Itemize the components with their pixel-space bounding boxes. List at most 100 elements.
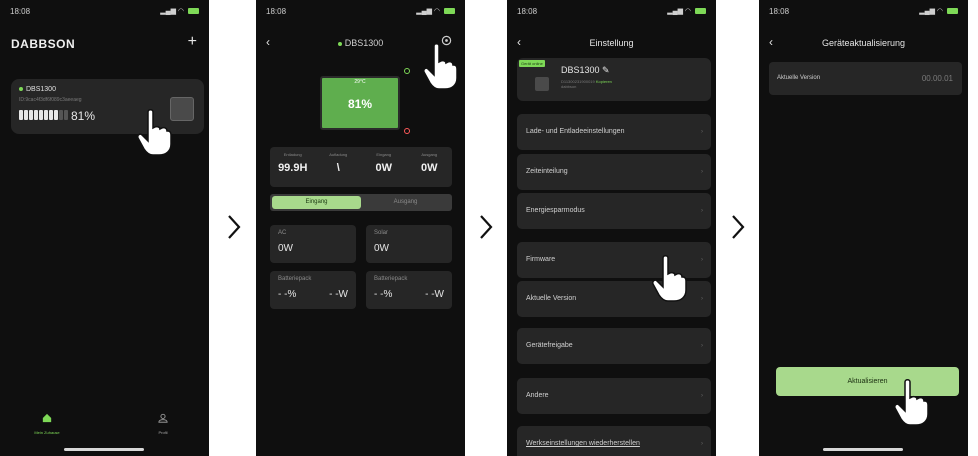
pack-watt: - -W: [425, 289, 444, 300]
tab-home-label: Mein Zuhause: [34, 430, 60, 435]
io-segment-control: Eingang Ausgang: [270, 194, 452, 211]
chevron-right-icon: [731, 214, 745, 240]
row-label: Firmware: [526, 256, 556, 263]
device-name: DBS1300: [19, 86, 56, 93]
stat-label: Entladung: [283, 152, 302, 157]
version-value: 00.00.01: [921, 74, 953, 83]
row-label: Andere: [526, 392, 549, 399]
online-dot-icon: [19, 87, 23, 92]
stat-value: 99.9H: [278, 162, 308, 174]
status-icons: ▂▄▆ ◠: [667, 7, 706, 15]
battery-status-icon: [695, 8, 706, 15]
solar-label: Solar: [374, 230, 389, 236]
battery-segment: [24, 110, 28, 120]
hand-pointer-icon: [422, 42, 458, 90]
device-brand: dabbson: [561, 84, 577, 89]
device-name-text: DBS1300: [561, 65, 600, 75]
settings-row-schedule[interactable]: Zeiteinteilung ›: [517, 154, 711, 190]
home-indicator: [64, 448, 144, 451]
online-dot-icon: [337, 41, 342, 46]
chevron-right-icon: ›: [701, 343, 703, 349]
hand-pointer-icon: [893, 378, 929, 426]
solar-value: 0W: [374, 243, 389, 254]
stat-input: Eingang 0W: [361, 147, 407, 187]
device-card[interactable]: DBS1300 ID:9cac4f3df6f089c3aeeaeg 81%: [11, 79, 204, 134]
chevron-right-icon: ›: [701, 393, 703, 399]
battery-graphic: 29°C 81%: [320, 76, 400, 130]
add-device-button[interactable]: +: [188, 33, 197, 51]
battery-segment: [54, 110, 58, 120]
settings-row-charge[interactable]: Lade- und Entladeeinstellungen ›: [517, 114, 711, 150]
chevron-right-icon: ›: [701, 129, 703, 135]
battery-segment: [44, 110, 48, 120]
device-serial: D11300231900019 Kopieren dabbson: [561, 79, 612, 89]
device-name-text: DBS1300: [26, 86, 56, 93]
row-label: Werkseinstellungen wiederherstellen: [526, 440, 640, 447]
settings-row-factory-reset[interactable]: Werkseinstellungen wiederherstellen ›: [517, 426, 711, 456]
status-time: 18:08: [517, 7, 538, 16]
device-battery-percent: 81%: [71, 109, 96, 123]
pack-label: Batteriepack: [374, 276, 408, 282]
tab-input[interactable]: Eingang: [272, 196, 361, 209]
copy-button[interactable]: Kopieren: [596, 79, 612, 84]
battery-percent: 81%: [347, 97, 373, 111]
solar-card: Solar 0W: [366, 225, 452, 263]
device-image: [170, 97, 194, 121]
status-bar: 18:08 ▂▄▆ ◠: [769, 6, 958, 18]
ac-label: AC: [278, 230, 287, 236]
status-time: 18:08: [769, 7, 790, 16]
chevron-right-icon: ›: [701, 441, 703, 447]
battery-pack-card: Batteriepack - -% - -W: [366, 271, 452, 309]
device-info-card: Gerät online DBS1300 ✎ D11300231900019 K…: [517, 58, 711, 101]
chevron-right-icon: [227, 214, 241, 240]
screen-settings: 18:08 ▂▄▆ ◠ ‹ Einstellung Gerät online D…: [507, 0, 716, 456]
status-time: 18:08: [10, 7, 31, 16]
tab-profile-label: Profil: [158, 430, 168, 435]
settings-row-energy-saving[interactable]: Energiesparmodus ›: [517, 193, 711, 229]
chevron-right-icon: ›: [701, 169, 703, 175]
row-label: Zeiteinteilung: [526, 168, 568, 175]
version-label: Aktuelle Version: [777, 75, 821, 81]
screen-device: 18:08 ▂▄▆ ◠ ‹ DBS1300 29°C 81% ⏻ Entladu…: [256, 0, 465, 456]
stat-label: Eingang: [376, 152, 392, 157]
row-label: Gerätefreigabe: [526, 342, 573, 349]
battery-status-icon: [188, 8, 199, 15]
online-badge: Gerät online: [519, 60, 545, 67]
page-title-text: DBS1300: [344, 38, 384, 48]
stat-label: Aufladung: [329, 152, 348, 157]
battery-segment: [29, 110, 33, 120]
status-bar: 18:08 ▂▄▆ ◠: [266, 6, 455, 18]
screen-home: 18:08 ▂▄▆ ◠ DABBSON + DBS1300 ID:9cac4f3…: [0, 0, 209, 456]
status-icons: ▂▄▆ ◠: [160, 7, 199, 15]
battery-status-icon: [444, 8, 455, 15]
tab-output[interactable]: Ausgang: [361, 196, 450, 209]
settings-row-other[interactable]: Andere ›: [517, 378, 711, 414]
battery-segment: [19, 110, 23, 120]
update-button[interactable]: Aktualisieren: [776, 367, 959, 396]
status-icons: ▂▄▆ ◠: [919, 7, 958, 15]
edit-icon[interactable]: ✎: [602, 65, 610, 75]
row-label: Aktuelle Version: [526, 295, 577, 302]
current-version-row: Aktuelle Version 00.00.01: [769, 62, 962, 95]
brand-logo: DABBSON: [11, 37, 76, 51]
stat-value: 0W: [375, 162, 393, 174]
device-id: ID:9cac4f3df6f089c3aeeaeg: [19, 97, 82, 103]
status-time: 18:08: [266, 7, 287, 16]
tab-home[interactable]: Mein Zuhause: [32, 410, 62, 435]
device-image: [535, 77, 549, 91]
positive-terminal-icon: [404, 68, 410, 74]
row-label: Lade- und Entladeeinstellungen: [526, 128, 625, 135]
stat-discharge: Entladung 99.9H: [270, 147, 316, 187]
stats-card: Entladung 99.9H Aufladung \ Eingang 0W Ausg…: [270, 147, 452, 187]
battery-segment: [59, 110, 63, 120]
negative-terminal-icon: [404, 128, 410, 134]
status-bar: 18:08 ▂▄▆ ◠: [517, 6, 706, 18]
battery-status-icon: [947, 8, 958, 15]
row-label: Energiesparmodus: [526, 207, 585, 214]
page-title: Einstellung: [589, 38, 634, 48]
tab-profile[interactable]: Profil: [148, 410, 178, 435]
battery-pack-card: Batteriepack - -% - -W: [270, 271, 356, 309]
device-name: DBS1300 ✎: [561, 65, 610, 76]
home-indicator: [823, 448, 903, 451]
settings-row-sharing[interactable]: Gerätefreigabe ›: [517, 328, 711, 364]
